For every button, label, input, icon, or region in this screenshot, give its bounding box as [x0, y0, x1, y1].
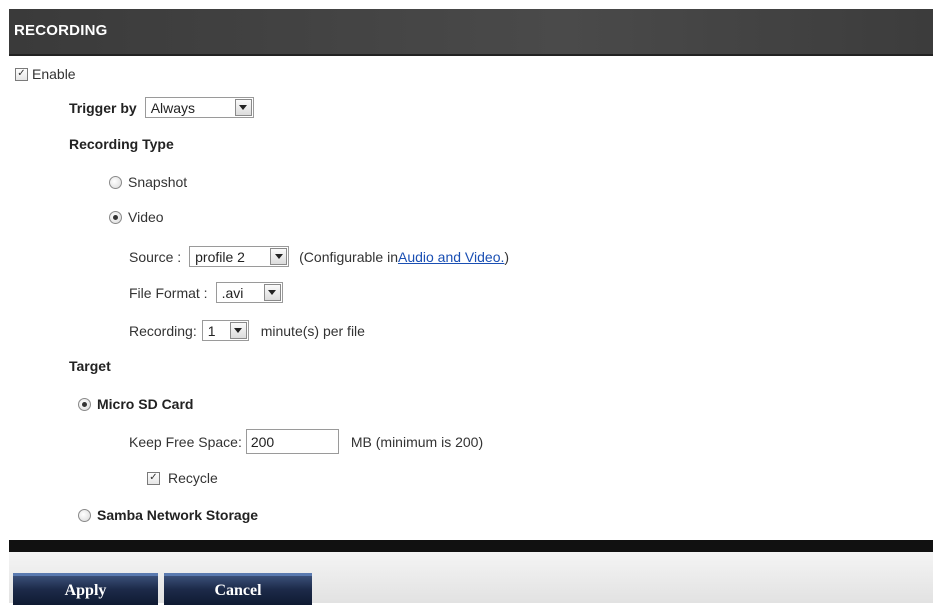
section-title: RECORDING — [14, 22, 108, 39]
video-radio[interactable] — [109, 210, 122, 224]
recording-length-row: Recording: 1 minute(s) per file — [129, 320, 365, 341]
sd-card-row: Micro SD Card — [78, 396, 193, 412]
chevron-down-icon — [270, 248, 288, 265]
cancel-button[interactable]: Cancel — [164, 573, 312, 605]
samba-radio[interactable] — [78, 508, 91, 522]
free-space-note: MB (minimum is 200) — [350, 433, 484, 450]
source-value: profile 2 — [195, 248, 245, 265]
divider — [9, 540, 933, 552]
source-label: Source : — [129, 248, 182, 265]
trigger-label: Trigger by — [69, 99, 137, 116]
chevron-down-icon — [229, 322, 247, 339]
recording-panel: RECORDING ✓ Enable Trigger by Always Rec… — [9, 9, 933, 605]
chevron-down-icon — [234, 99, 252, 116]
snapshot-radio[interactable] — [109, 175, 122, 189]
recording-length-label: Recording: — [129, 322, 197, 339]
source-note-prefix: (Configurable in — [299, 248, 398, 265]
free-space-input[interactable] — [245, 429, 339, 454]
recycle-checkbox[interactable]: ✓ — [147, 471, 160, 485]
section-header: RECORDING — [9, 9, 933, 56]
source-select[interactable]: profile 2 — [189, 246, 290, 267]
free-space-row: Keep Free Space: MB (minimum is 200) — [129, 429, 483, 454]
trigger-value: Always — [150, 99, 196, 116]
recording-type-row: Recording Type — [69, 136, 174, 152]
audio-video-link[interactable]: Audio and Video. — [398, 249, 504, 265]
target-label: Target — [69, 358, 111, 374]
recording-length-value: 1 — [207, 322, 216, 339]
enable-label: Enable — [32, 66, 76, 82]
snapshot-row: Snapshot — [109, 174, 187, 190]
trigger-select[interactable]: Always — [144, 97, 254, 118]
sd-card-radio[interactable] — [78, 397, 91, 411]
snapshot-label: Snapshot — [128, 174, 188, 190]
recycle-label: Recycle — [168, 470, 218, 486]
enable-checkbox[interactable]: ✓ — [15, 67, 28, 81]
enable-row: ✓ Enable — [15, 66, 76, 82]
samba-label: Samba Network Storage — [97, 507, 259, 523]
video-row: Video — [109, 209, 164, 225]
trigger-row: Trigger by Always — [69, 97, 254, 118]
file-format-value: .avi — [221, 284, 244, 301]
recycle-row: ✓ Recycle — [147, 470, 218, 486]
samba-row: Samba Network Storage — [78, 507, 258, 523]
recording-length-suffix: minute(s) per file — [260, 322, 365, 339]
source-note-suffix: ) — [504, 248, 510, 265]
file-format-row: File Format : .avi — [129, 282, 283, 303]
recording-type-label: Recording Type — [69, 136, 174, 152]
check-icon: ✓ — [149, 472, 158, 483]
file-format-select[interactable]: .avi — [215, 282, 283, 303]
chevron-down-icon — [263, 284, 281, 301]
file-format-label: File Format : — [129, 284, 208, 301]
recording-length-select[interactable]: 1 — [201, 320, 249, 341]
target-row: Target — [69, 358, 111, 374]
check-icon: ✓ — [17, 68, 26, 79]
free-space-label: Keep Free Space: — [129, 433, 242, 450]
video-label: Video — [128, 209, 164, 225]
apply-button[interactable]: Apply — [13, 573, 158, 605]
button-bar: Apply Cancel — [9, 552, 933, 605]
sd-card-label: Micro SD Card — [97, 396, 194, 412]
source-row: Source : profile 2 (Configurable in Audi… — [129, 246, 509, 267]
